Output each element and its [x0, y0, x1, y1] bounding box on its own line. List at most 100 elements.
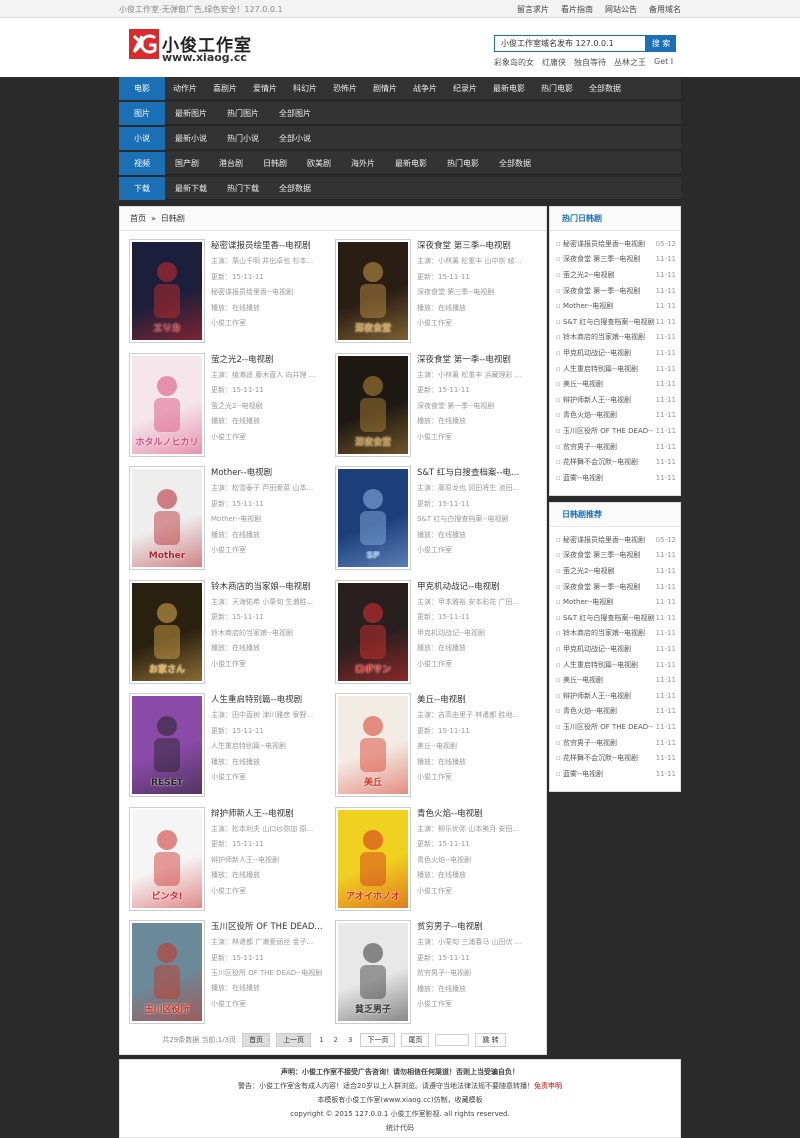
pager-page-1[interactable]: 1	[317, 1036, 325, 1044]
sidebar-list-item[interactable]: 人生重启特别篇--电视剧 11-11	[556, 657, 676, 673]
sidebar-list-item[interactable]: 青色火焰--电视剧 11-11	[556, 408, 676, 424]
sidebar-item-title[interactable]: S&T 红与白搜查档案--电视剧	[556, 613, 654, 623]
sidebar-list-item[interactable]: 甲克机动战记--电视剧 11-11	[556, 345, 676, 361]
nav-item[interactable]: 海外片	[341, 158, 385, 169]
top-link-notice[interactable]: 网站公告	[605, 4, 637, 15]
sidebar-list-item[interactable]: 深夜食堂 第三季--电视剧 11-11	[556, 252, 676, 268]
nav-item[interactable]: 最新下载	[165, 183, 217, 194]
sidebar-list-item[interactable]: Mother--电视剧 11-11	[556, 594, 676, 610]
video-poster[interactable]: 貧乏男子	[335, 920, 411, 1024]
sidebar-item-title[interactable]: 美丘--电视剧	[556, 675, 603, 685]
hot-keyword[interactable]: 独自等待	[574, 57, 606, 68]
sidebar-list-item[interactable]: 铃木商店的当家娘--电视剧 11-11	[556, 330, 676, 346]
video-title[interactable]: 贫穷男子--电视剧	[417, 920, 541, 935]
nav-item[interactable]: 动作片	[165, 83, 205, 94]
sidebar-item-title[interactable]: 花样舞不会沉默--电视剧	[556, 457, 638, 467]
video-title[interactable]: 铃木商店的当家娘--电视剧	[211, 580, 335, 595]
nav-item[interactable]: 欧美剧	[297, 158, 341, 169]
sidebar-list-item[interactable]: 铃木商店的当家娘--电视剧 11-11	[556, 626, 676, 642]
sidebar-item-title[interactable]: 秘密谍报员绘里香--电视剧	[556, 535, 645, 545]
video-title[interactable]: 人生重启特别篇--电视剧	[211, 693, 335, 708]
top-link-guide[interactable]: 看片指南	[561, 4, 593, 15]
nav-item[interactable]: 纪录片	[445, 83, 485, 94]
sidebar-item-title[interactable]: 蓝雾--电视剧	[556, 473, 603, 483]
top-link-request[interactable]: 留言求片	[517, 4, 549, 15]
sidebar-list-item[interactable]: S&T 红与白搜查档案--电视剧11-11	[556, 314, 676, 330]
video-title[interactable]: S&T 红与白搜查档案--电...	[417, 466, 541, 481]
nav-item[interactable]: 热门图片	[217, 108, 269, 119]
video-poster[interactable]: Mother	[129, 466, 205, 570]
sidebar-list-item[interactable]: 贫穷男子--电视剧 11-11	[556, 735, 676, 751]
nav-item[interactable]: 港台剧	[209, 158, 253, 169]
sidebar-list-item[interactable]: 萤之光2--电视剧 11-11	[556, 563, 676, 579]
hot-keyword[interactable]: 红庸侠	[542, 57, 566, 68]
search-input[interactable]	[494, 35, 646, 52]
footer-disclaimer-link[interactable]: 免责申明	[534, 1082, 562, 1090]
nav-item[interactable]: 全部图片	[269, 108, 321, 119]
nav-item[interactable]: 恐怖片	[325, 83, 365, 94]
video-title[interactable]: 甲克机动战记--电视剧	[417, 580, 541, 595]
video-poster[interactable]: ホタルノヒカリ	[129, 352, 205, 457]
sidebar-list-item[interactable]: 辩护师新人王--电视剧 11-11	[556, 392, 676, 408]
hot-keyword[interactable]: 彩象岛的女	[494, 57, 534, 68]
nav-item[interactable]: 科幻片	[285, 83, 325, 94]
nav-item[interactable]: 全部数据	[581, 83, 629, 94]
nav-item[interactable]: 战争片	[405, 83, 445, 94]
hot-keyword[interactable]: Get I	[654, 57, 673, 68]
video-title[interactable]: 秘密谍报员绘里香--电视剧	[211, 239, 335, 254]
sidebar-list-item[interactable]: 蓝雾--电视剧 11-11	[556, 470, 676, 486]
nav-category[interactable]: 下载	[119, 176, 165, 200]
sidebar-list-item[interactable]: 贫穷男子--电视剧 11-11	[556, 439, 676, 455]
sidebar-list-item[interactable]: 萤之光2--电视剧 11-11	[556, 267, 676, 283]
nav-category[interactable]: 电影	[119, 76, 165, 100]
sidebar-item-title[interactable]: 深夜食堂 第一季--电视剧	[556, 286, 640, 296]
video-title[interactable]: Mother--电视剧	[211, 466, 335, 481]
sidebar-item-title[interactable]: 深夜食堂 第三季--电视剧	[556, 550, 640, 560]
pager-next-button[interactable]: 下一页	[360, 1033, 396, 1047]
nav-item[interactable]: 最新电影	[385, 158, 437, 169]
sidebar-list-item[interactable]: 玉川区役所 OF THE DEAD--电视剧11-11	[556, 719, 676, 735]
sidebar-item-title[interactable]: 甲克机动战记--电视剧	[556, 644, 631, 654]
sidebar-list-item[interactable]: 深夜食堂 第一季--电视剧 11-11	[556, 579, 676, 595]
sidebar-list-item[interactable]: 深夜食堂 第三季--电视剧 11-11	[556, 548, 676, 564]
sidebar-item-title[interactable]: 秘密谍报员绘里香--电视剧	[556, 239, 645, 249]
sidebar-item-title[interactable]: 甲克机动战记--电视剧	[556, 348, 631, 358]
video-title[interactable]: 深夜食堂 第三季--电视剧	[417, 239, 541, 254]
hot-keyword[interactable]: 丛林之王	[614, 57, 646, 68]
pager-last-button[interactable]: 尾页	[401, 1033, 430, 1047]
nav-item[interactable]: 最新电影	[485, 83, 533, 94]
pager-first-button[interactable]: 首页	[242, 1033, 271, 1047]
video-poster[interactable]: エリカ	[129, 239, 205, 343]
sidebar-list-item[interactable]: 花样舞不会沉默--电视剧 11-11	[556, 454, 676, 470]
sidebar-list-item[interactable]: 辩护师新人王--电视剧 11-11	[556, 688, 676, 704]
sidebar-item-title[interactable]: 贫穷男子--电视剧	[556, 738, 617, 748]
nav-category[interactable]: 小说	[119, 126, 165, 150]
nav-item[interactable]: 热门电影	[533, 83, 581, 94]
sidebar-item-title[interactable]: Mother--电视剧	[556, 597, 613, 607]
sidebar-list-item[interactable]: Mother--电视剧 11-11	[556, 298, 676, 314]
sidebar-item-title[interactable]: S&T 红与白搜查档案--电视剧	[556, 317, 654, 327]
video-poster[interactable]: ロボサン	[335, 579, 411, 684]
sidebar-item-title[interactable]: 青色火焰--电视剧	[556, 706, 617, 716]
nav-item[interactable]: 热门小说	[217, 133, 269, 144]
sidebar-item-title[interactable]: 辩护师新人王--电视剧	[556, 691, 631, 701]
sidebar-list-item[interactable]: 秘密谍报员绘里香--电视剧 05-12	[556, 236, 676, 252]
sidebar-item-title[interactable]: 萤之光2--电视剧	[556, 566, 615, 576]
breadcrumb-home[interactable]: 首页	[130, 213, 146, 224]
nav-category[interactable]: 图片	[119, 101, 165, 125]
nav-item[interactable]: 全部小说	[269, 133, 321, 144]
sidebar-item-title[interactable]: 铃木商店的当家娘--电视剧	[556, 332, 645, 342]
sidebar-item-title[interactable]: Mother--电视剧	[556, 301, 613, 311]
sidebar-item-title[interactable]: 蓝雾--电视剧	[556, 769, 603, 779]
video-title[interactable]: 深夜食堂 第一季--电视剧	[417, 353, 541, 368]
nav-item[interactable]: 全部数据	[269, 183, 321, 194]
video-poster[interactable]: SP	[335, 466, 411, 570]
site-logo[interactable]: 小俊工作室 www.xiaog.cc	[129, 27, 259, 67]
sidebar-list-item[interactable]: 青色火焰--电视剧 11-11	[556, 704, 676, 720]
nav-item[interactable]: 最新小说	[165, 133, 217, 144]
sidebar-list-item[interactable]: 甲克机动战记--电视剧 11-11	[556, 641, 676, 657]
nav-item[interactable]: 喜剧片	[205, 83, 245, 94]
sidebar-item-title[interactable]: 人生重启特别篇--电视剧	[556, 364, 638, 374]
sidebar-list-item[interactable]: 蓝雾--电视剧 11-11	[556, 766, 676, 782]
sidebar-item-title[interactable]: 玉川区役所 OF THE DEAD--电视剧	[556, 426, 654, 436]
